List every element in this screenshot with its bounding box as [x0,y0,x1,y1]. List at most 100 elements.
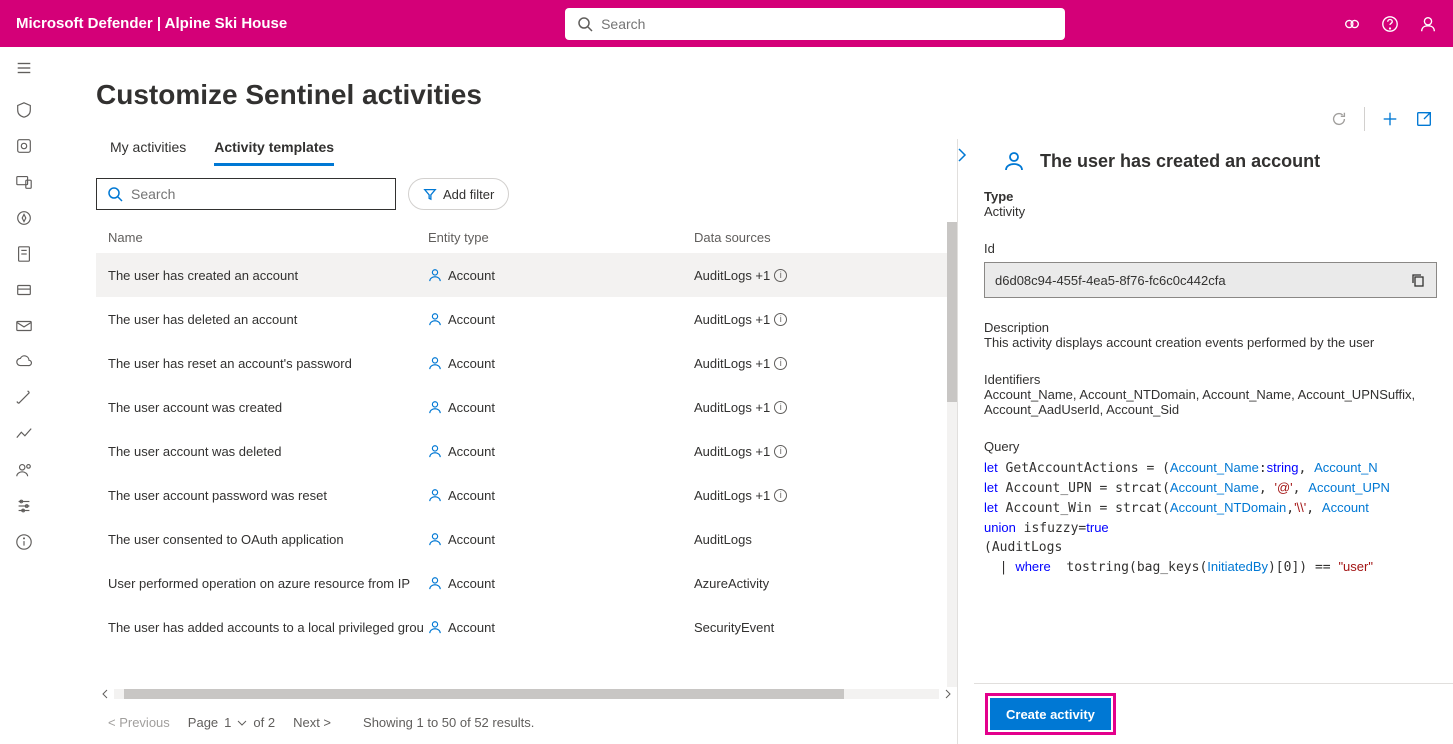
app-header: Microsoft Defender | Alpine Ski House [0,0,1453,47]
account-icon [428,356,442,370]
table-row[interactable]: The user consented to OAuth application A… [96,517,957,561]
menu-icon[interactable] [15,59,33,77]
email-icon[interactable] [15,317,33,335]
account-icon [428,312,442,326]
global-search-input[interactable] [601,16,1053,32]
table-row[interactable]: The user has created an accountAccountAu… [96,253,957,297]
row-datasources: AuditLogs +1 i [694,268,945,283]
row-datasources: AuditLogs +1 i [694,444,945,459]
id-label: Id [984,241,1437,256]
col-entity[interactable]: Entity type [428,230,694,245]
info-icon[interactable]: i [774,269,787,282]
page-title: Customize Sentinel activities [96,79,1453,111]
info-icon[interactable]: i [774,489,787,502]
scroll-left-icon[interactable] [100,689,110,699]
analytics-icon[interactable] [15,425,33,443]
id-field[interactable]: d6d08c94-455f-4ea5-8f76-fc6c0c442cfa [984,262,1437,298]
info-icon[interactable]: i [774,445,787,458]
settings-icon[interactable] [15,497,33,515]
row-entity: Account [428,400,694,415]
account-icon [428,576,442,590]
col-name[interactable]: Name [108,230,428,245]
cloud-icon[interactable] [15,353,33,371]
collapse-panel-button[interactable] [954,147,970,168]
account-icon [428,532,442,546]
info-icon[interactable] [15,533,33,551]
table-row[interactable]: The user account was createdAccountAudit… [96,385,957,429]
help-icon[interactable] [1381,15,1399,33]
row-name: User performed operation on azure resour… [108,576,428,591]
horizontal-scrollbar[interactable] [96,687,957,701]
table-row[interactable]: The user has added accounts to a local p… [96,605,957,649]
row-name: The user consented to OAuth application [108,532,428,547]
row-datasources: AuditLogs +1 i [694,312,945,327]
info-icon[interactable]: i [774,313,787,326]
row-name: The user has added accounts to a local p… [108,620,428,635]
chevron-down-icon[interactable] [237,718,247,728]
pager-next[interactable]: Next > [293,715,331,730]
detail-panel: The user has created an account Type Act… [958,139,1453,744]
tab-my-activities[interactable]: My activities [110,139,186,166]
table-row[interactable]: The user account was deletedAccountAudit… [96,429,957,473]
desc-value: This activity displays account creation … [984,335,1437,350]
copy-icon[interactable] [1410,272,1426,288]
table-row[interactable]: The user account password was resetAccou… [96,473,957,517]
account-icon[interactable] [1419,15,1437,33]
popout-icon[interactable] [1415,110,1433,128]
global-search[interactable] [565,8,1065,40]
search-icon [577,16,593,32]
tab-activity-templates[interactable]: Activity templates [214,139,334,166]
pager-page-num[interactable]: 1 [224,715,231,730]
row-entity: Account [428,268,694,283]
row-entity: Account [428,356,694,371]
wand-icon[interactable] [15,389,33,407]
pager-of: of 2 [253,715,275,730]
shield-icon[interactable] [15,101,33,119]
header-search-wrap [287,8,1343,40]
create-activity-button[interactable]: Create activity [990,698,1111,730]
table-row[interactable]: User performed operation on azure resour… [96,561,957,605]
pager: < Previous Page 1 of 2 Next > Showing 1 … [96,701,957,744]
identifiers-label: Identifiers [984,372,1437,387]
row-name: The user account was created [108,400,428,415]
row-datasources: SecurityEvent [694,620,945,635]
add-icon[interactable] [1381,110,1399,128]
add-filter-label: Add filter [443,187,494,202]
account-icon [428,400,442,414]
row-name: The user has reset an account's password [108,356,428,371]
devices-icon[interactable] [15,173,33,191]
info-icon[interactable]: i [774,357,787,370]
row-entity: Account [428,620,694,635]
refresh-icon[interactable] [1330,110,1348,128]
reports-icon[interactable] [15,245,33,263]
table-row[interactable]: The user has deleted an accountAccountAu… [96,297,957,341]
row-entity: Account [428,488,694,503]
vertical-scrollbar[interactable] [947,222,957,687]
row-datasources: AuditLogs [694,532,945,547]
info-icon[interactable]: i [774,401,787,414]
scroll-right-icon[interactable] [943,689,953,699]
account-entity-icon [1002,149,1026,173]
detail-header: The user has created an account [974,139,1453,189]
desc-label: Description [984,320,1437,335]
row-datasources: AuditLogs +1 i [694,488,945,503]
hunting-icon[interactable] [15,281,33,299]
query-label: Query [984,439,1437,454]
copilot-icon[interactable] [1343,15,1361,33]
header-actions [1343,15,1437,33]
assets-icon[interactable] [15,137,33,155]
list-search[interactable] [96,178,396,210]
pager-showing: Showing 1 to 50 of 52 results. [363,715,534,730]
add-filter-button[interactable]: Add filter [408,178,509,210]
table-row[interactable]: The user has reset an account's password… [96,341,957,385]
endpoint-icon[interactable] [15,209,33,227]
pager-prev[interactable]: < Previous [108,715,170,730]
col-data-sources[interactable]: Data sources [694,230,945,245]
account-icon [428,444,442,458]
row-name: The user has created an account [108,268,428,283]
list-search-input[interactable] [131,186,385,202]
type-value: Activity [984,204,1437,219]
identifiers-value: Account_Name, Account_NTDomain, Account_… [984,387,1437,417]
identity-icon[interactable] [15,461,33,479]
row-entity: Account [428,312,694,327]
